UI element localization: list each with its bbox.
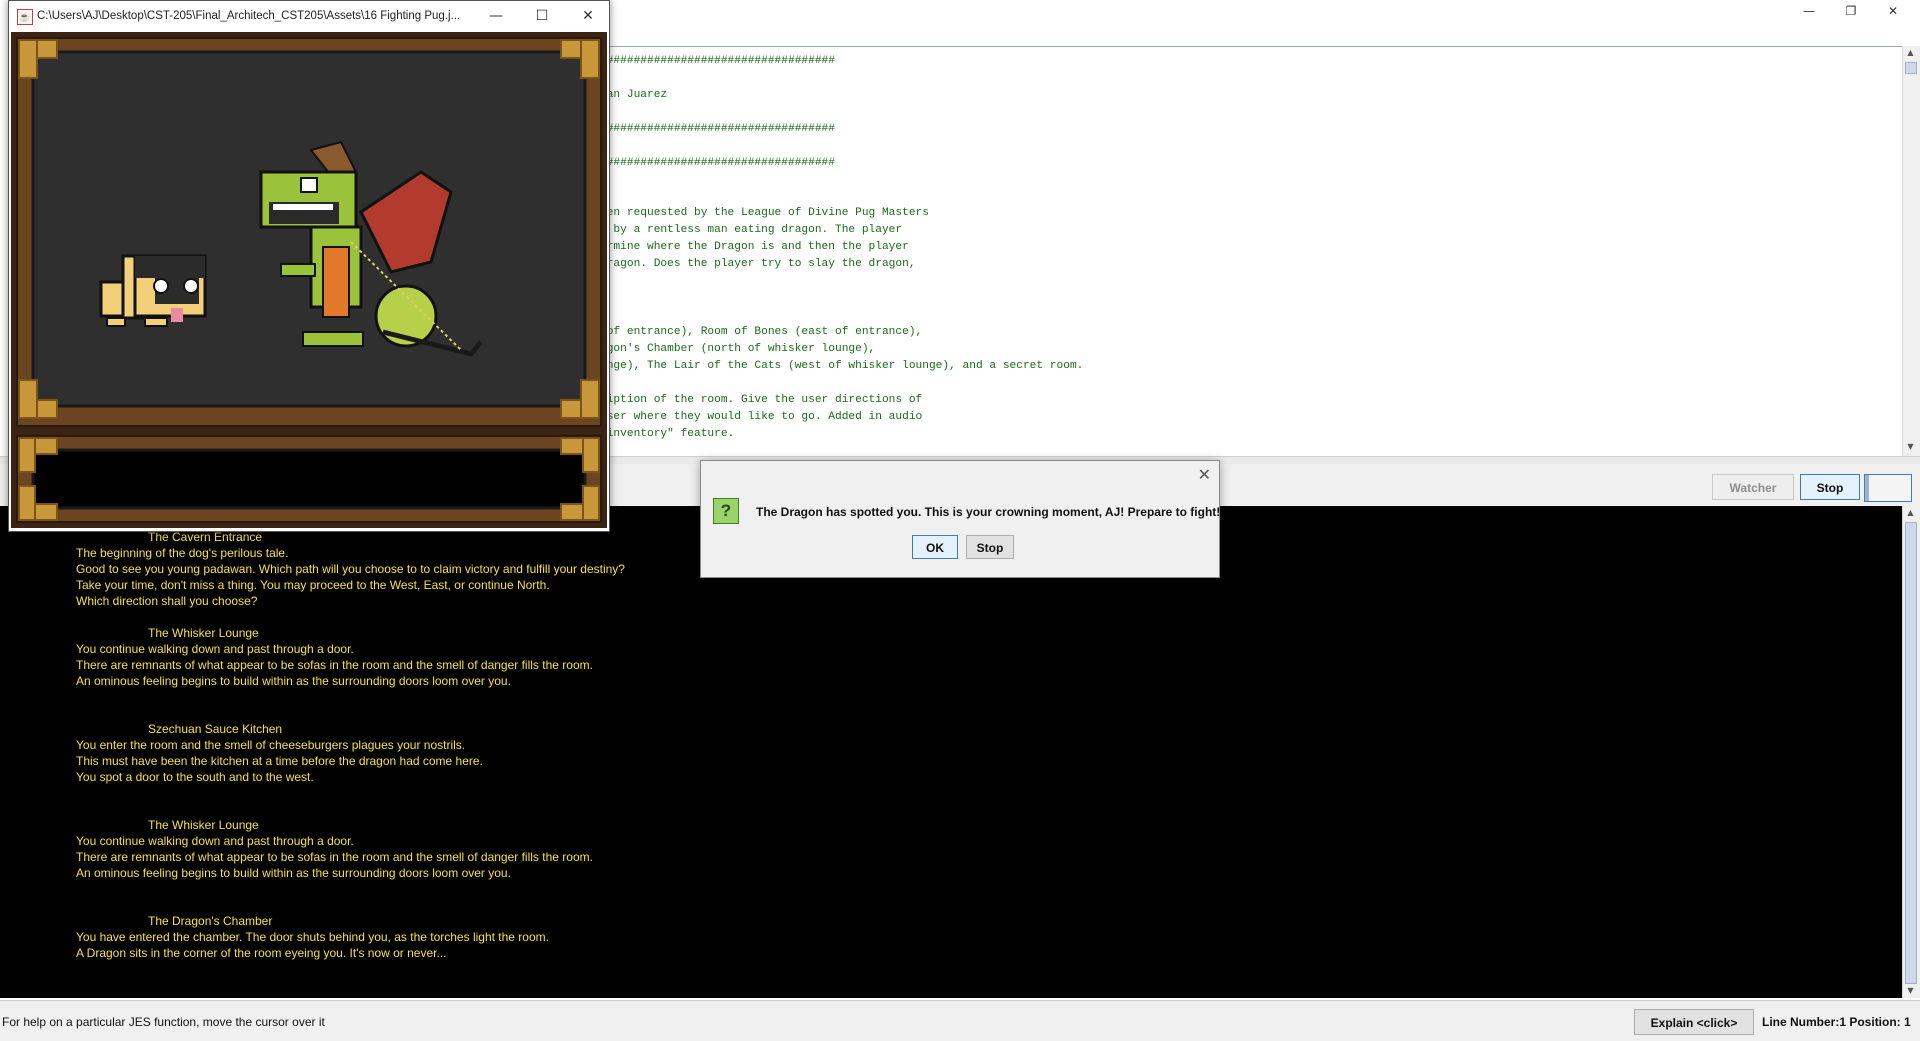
scroll-down-icon[interactable]: ▼ xyxy=(1903,440,1918,454)
editor-line: ermine where the Dragon is and then the … xyxy=(600,241,909,253)
stop-button[interactable]: Stop xyxy=(1800,474,1860,500)
console-line: A Dragon sits in the corner of the room … xyxy=(76,946,447,960)
editor-line: dragon. Does the player try to slay the … xyxy=(600,258,916,270)
board xyxy=(31,50,587,408)
editor-line: inventory" feature. xyxy=(600,428,735,440)
editor-line: d by a rentless man eating dragon. The p… xyxy=(600,224,903,236)
main-minimize-button[interactable]: — xyxy=(1786,0,1832,22)
ok-button[interactable]: OK xyxy=(912,535,958,559)
console-line: An ominous feeling begins to build withi… xyxy=(76,674,511,688)
editor-line: of entrance), Room of Bones (east of ent… xyxy=(600,326,923,338)
command-console[interactable]: The Cavern Entrance The beginning of the… xyxy=(0,506,1902,998)
editor-line: ################################### xyxy=(600,55,835,67)
editor-line: user where they would like to go. Added … xyxy=(600,411,923,423)
editor-line: ription of the room. Give the user direc… xyxy=(600,394,923,406)
console-line: This must have been the kitchen at a tim… xyxy=(76,754,483,768)
cursor-position: Line Number:1 Position: 1 xyxy=(1762,1015,1911,1029)
editor-line: ################################### xyxy=(600,157,835,169)
editor-line: uan Juarez xyxy=(600,89,668,101)
picture-window[interactable]: ☕ C:\Users\AJ\Desktop\CST-205\Final_Arch… xyxy=(8,0,610,532)
console-line: Good to see you young padawan. Which pat… xyxy=(76,562,625,576)
text-box xyxy=(31,448,587,510)
console-line: You continue walking down and past throu… xyxy=(76,834,354,848)
room-heading: The Whisker Lounge xyxy=(148,818,259,832)
dialog-message: The Dragon has spotted you. This is your… xyxy=(756,505,1221,519)
room-heading: The Dragon's Chamber xyxy=(148,914,273,928)
console-line: You have entered the chamber. The door s… xyxy=(76,930,549,944)
watcher-button[interactable]: Watcher xyxy=(1712,474,1794,500)
console-line: Which direction shall you choose? xyxy=(76,594,258,608)
room-heading: Szechuan Sauce Kitchen xyxy=(148,722,283,736)
toolbar-toggle[interactable] xyxy=(1864,474,1912,502)
message-dialog[interactable]: ✕ ? The Dragon has spotted you. This is … xyxy=(700,460,1220,578)
console-line: You continue walking down and past throu… xyxy=(76,642,354,656)
picture-maximize-button[interactable]: ☐ xyxy=(527,5,557,27)
picture-close-button[interactable]: ✕ xyxy=(573,5,603,27)
console-line: An ominous feeling begins to build withi… xyxy=(76,866,511,880)
dialog-stop-button[interactable]: Stop xyxy=(966,535,1014,559)
scroll-up-icon[interactable]: ▲ xyxy=(1903,46,1918,60)
room-heading: The Whisker Lounge xyxy=(148,626,259,640)
editor-line: agon's Chamber (north of whisker lounge)… xyxy=(600,343,876,355)
console-line: You spot a door to the south and to the … xyxy=(76,770,314,784)
console-line: The beginning of the dog's perilous tale… xyxy=(76,546,289,560)
game-picture xyxy=(11,32,607,528)
editor-scrollbar[interactable]: ▲ ▼ xyxy=(1902,46,1920,456)
status-bar: For help on a particular JES function, m… xyxy=(0,1000,1920,1041)
editor-line: een requested by the League of Divine Pu… xyxy=(600,207,929,219)
room-heading: The Cavern Entrance xyxy=(148,530,263,544)
code-editor[interactable]: ################################### uan … xyxy=(600,46,1902,458)
console-scrollbar[interactable]: ▲ ▼ xyxy=(1902,506,1920,998)
scroll-up-icon[interactable]: ▲ xyxy=(1903,506,1918,520)
console-line: There are remnants of what appear to be … xyxy=(76,850,593,864)
java-icon: ☕ xyxy=(17,9,33,25)
question-icon: ? xyxy=(713,498,739,524)
console-line: Take your time, don't miss a thing. You … xyxy=(76,578,550,592)
explain-button[interactable]: Explain <click> xyxy=(1634,1009,1754,1035)
editor-line: unge), The Lair of the Cats (west of whi… xyxy=(600,360,1084,372)
main-restore-button[interactable]: ❐ xyxy=(1828,0,1874,22)
picture-minimize-button[interactable]: — xyxy=(481,5,511,27)
picture-title-bar[interactable]: ☕ C:\Users\AJ\Desktop\CST-205\Final_Arch… xyxy=(9,1,609,31)
scroll-thumb[interactable] xyxy=(1905,62,1917,74)
picture-title: C:\Users\AJ\Desktop\CST-205\Final_Archit… xyxy=(37,10,461,22)
fighting-pug-image xyxy=(11,32,607,528)
help-hint: For help on a particular JES function, m… xyxy=(2,1015,325,1029)
scroll-thumb[interactable] xyxy=(1905,522,1917,984)
editor-line: ################################### xyxy=(600,123,835,135)
console-line: You enter the room and the smell of chee… xyxy=(76,738,466,752)
scroll-down-icon[interactable]: ▼ xyxy=(1903,984,1918,998)
dialog-close-icon[interactable]: ✕ xyxy=(1198,465,1211,484)
main-close-button[interactable]: ✕ xyxy=(1870,0,1916,22)
console-line: There are remnants of what appear to be … xyxy=(76,658,593,672)
